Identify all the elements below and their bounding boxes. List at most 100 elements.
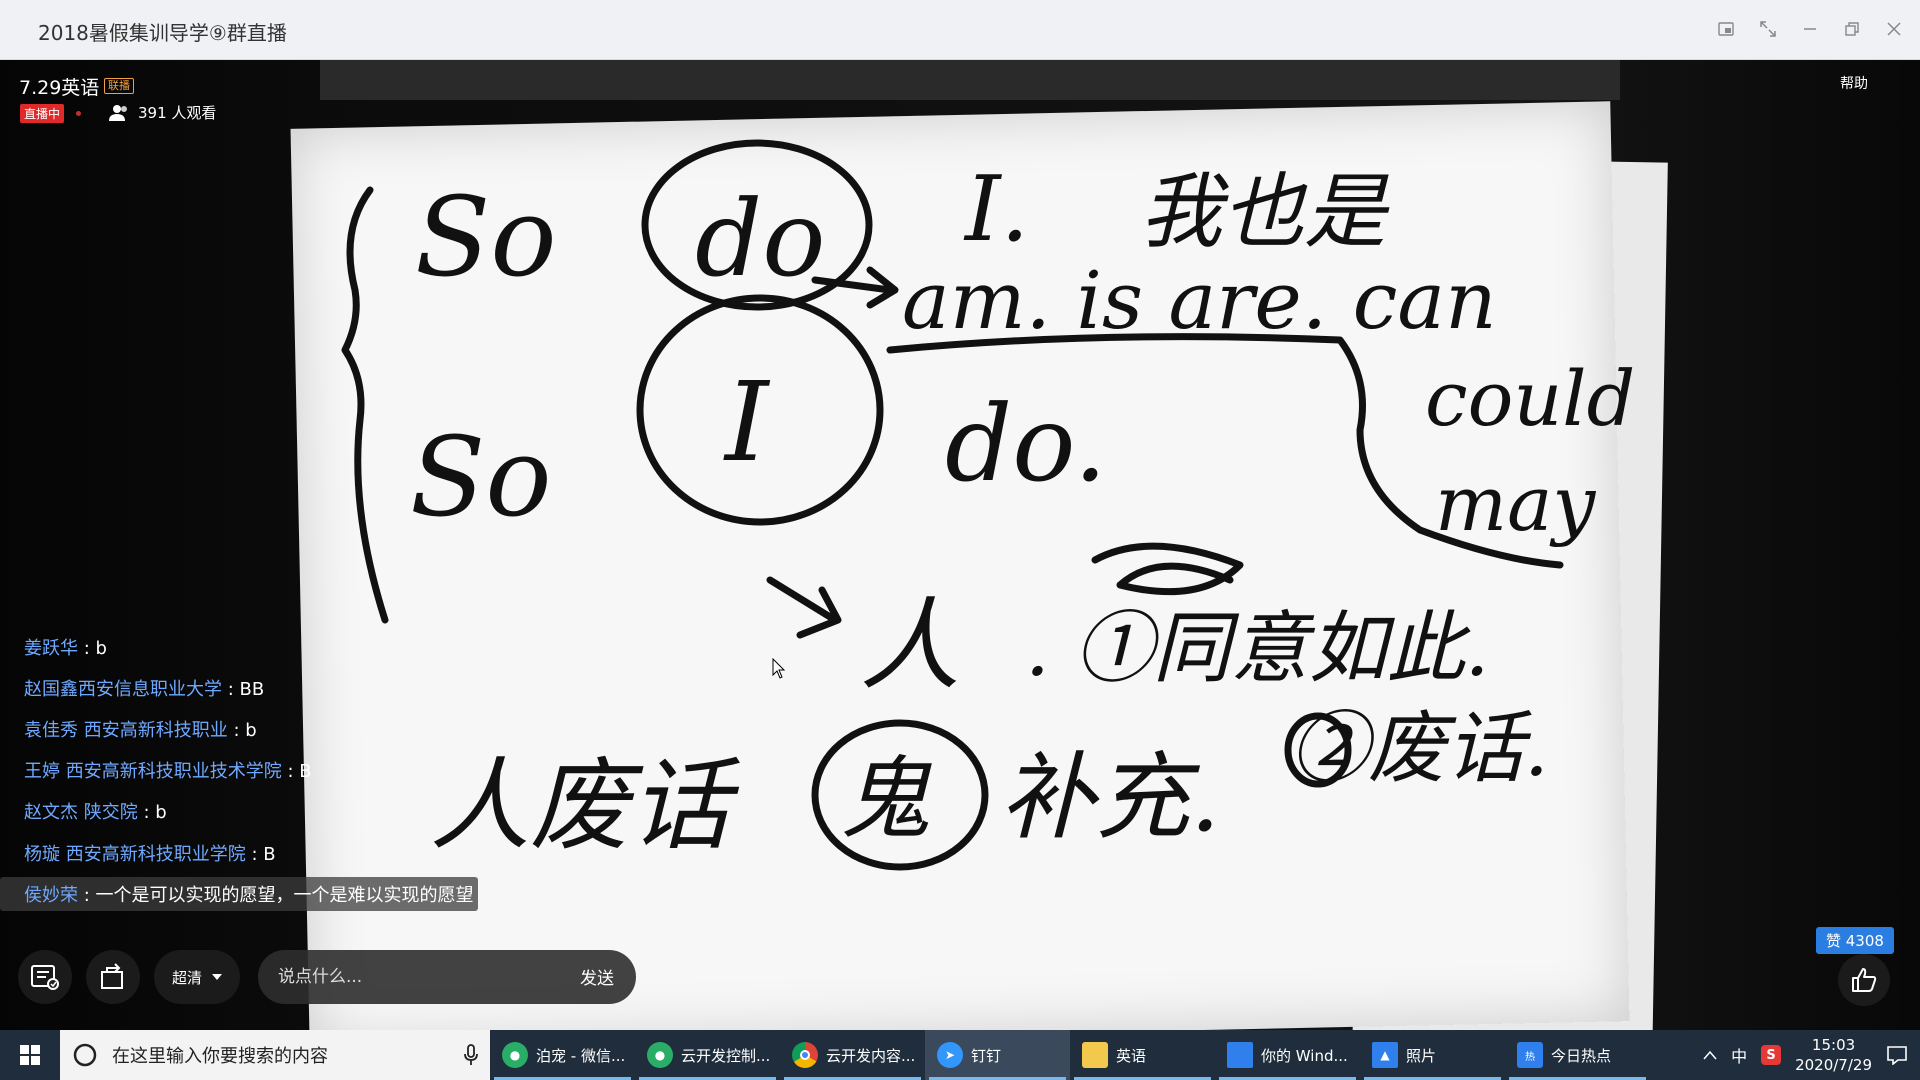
taskbar-clock[interactable]: 15:03 2020/7/29: [1795, 1035, 1872, 1075]
dingtalk-icon: ➤: [937, 1042, 963, 1068]
scribble-stroke: [1091, 542, 1244, 596]
likes-count-badge: 赞 4308: [1816, 927, 1894, 954]
quality-select[interactable]: 超清: [154, 950, 240, 1004]
quality-label: 超清: [171, 968, 202, 987]
comment-user[interactable]: 杨璇 西安高新科技职业学院: [24, 844, 246, 865]
taskbar-item-photos[interactable]: ▲ 照片: [1360, 1030, 1505, 1080]
comment-toggle-button[interactable]: [18, 950, 72, 1004]
close-icon[interactable]: [1882, 14, 1906, 44]
chat-comment: 杨璇 西安高新科技职业学院 : B: [24, 843, 276, 865]
mouse-cursor-icon: [772, 658, 786, 679]
task-label: 云开发控制...: [681, 1046, 771, 1065]
comment-message: 一个是可以实现的愿望，一个是难以实现的愿望: [95, 884, 474, 906]
clock-date: 2020/7/29: [1795, 1056, 1872, 1074]
board-so-2: So: [410, 413, 552, 541]
restore-icon[interactable]: [1840, 14, 1864, 44]
chat-comment: 王婷 西安高新科技职业技术学院 : B: [24, 761, 312, 783]
comment-message: B: [263, 843, 276, 865]
windows-logo-icon: [20, 1045, 40, 1065]
taskbar-item-wechat-1[interactable]: ● 泊宠 - 微信...: [490, 1030, 635, 1080]
task-label: 英语: [1116, 1046, 1147, 1065]
board-ghost: 鬼: [840, 747, 932, 852]
chrome-icon: [792, 1042, 818, 1068]
microphone-icon[interactable]: [464, 1044, 478, 1066]
clock-time: 15:03: [1811, 1036, 1856, 1054]
board-am-is-are-can: am. is are. can: [902, 254, 1497, 347]
task-label: 钉钉: [971, 1046, 1002, 1065]
board-could: could: [1425, 354, 1635, 443]
taskbar-item-windows[interactable]: 你的 Wind...: [1215, 1030, 1360, 1080]
comment-user[interactable]: 姜跃华: [24, 638, 78, 659]
live-status-badge: 直播中: [20, 104, 65, 123]
window-titlebar: 2018暑假集训导学⑨群直播: [0, 0, 1920, 60]
start-button[interactable]: [0, 1030, 60, 1080]
hot-news-icon: 热: [1517, 1042, 1543, 1068]
notification-center-icon[interactable]: [1886, 1045, 1908, 1065]
taskbar-item-wechat-2[interactable]: ● 云开发控制...: [635, 1030, 780, 1080]
board-do-2: do.: [945, 383, 1107, 505]
taskbar-item-chrome[interactable]: 云开发内容...: [780, 1030, 925, 1080]
board-do-1: do: [695, 178, 825, 300]
window-title: 2018暑假集训导学⑨群直播: [38, 21, 287, 45]
folder-icon: [1082, 1042, 1108, 1068]
comment-message: BB: [239, 678, 265, 700]
like-button[interactable]: [1838, 954, 1890, 1006]
board-so-1: So: [415, 173, 557, 301]
chevron-down-icon: [212, 974, 222, 980]
chat-comment: 赵文杰 陕交院 : b: [24, 802, 167, 824]
board-may: may: [1435, 459, 1596, 548]
viewer-count: 391 人观看: [108, 102, 216, 123]
comment-message: b: [245, 719, 257, 741]
board-supplement: 补充.: [1000, 743, 1220, 853]
sogou-input-icon[interactable]: S: [1761, 1045, 1782, 1065]
board-nonsense-2: ②废话.: [1290, 704, 1549, 794]
board-wo-ye-shi: 我也是: [1140, 165, 1390, 260]
board-person-1: 人: [860, 587, 960, 704]
wechat-icon: ●: [502, 1042, 528, 1068]
chat-comment: 赵国鑫西安信息职业大学 : BB: [24, 678, 265, 700]
chevron-up-icon[interactable]: [1703, 1050, 1717, 1060]
chat-comment: 袁佳秀 西安高新科技职业 : b: [24, 719, 257, 741]
comment-user[interactable]: 王婷 西安高新科技职业技术学院: [24, 761, 282, 782]
board-i-1: I.: [963, 157, 1029, 262]
live-dot-icon: [76, 111, 81, 116]
help-link[interactable]: 帮助: [1840, 73, 1868, 93]
thumbs-up-icon: [1852, 968, 1877, 992]
task-label: 云开发内容...: [826, 1046, 916, 1065]
fullscreen-icon[interactable]: [1756, 14, 1780, 44]
chat-input[interactable]: [278, 950, 548, 1004]
comment-user[interactable]: 赵国鑫西安信息职业大学: [24, 679, 222, 700]
window-icon: [1227, 1042, 1253, 1068]
taskbar-item-hot-news[interactable]: 热 今日热点: [1505, 1030, 1650, 1080]
chat-comment-highlighted: 侯妙荣 : 一个是可以实现的愿望，一个是难以实现的愿望: [0, 873, 560, 914]
photos-icon: ▲: [1372, 1042, 1398, 1068]
comment-user[interactable]: 侯妙荣: [24, 885, 78, 906]
wechat-icon: ●: [647, 1042, 673, 1068]
task-label: 你的 Wind...: [1261, 1046, 1348, 1065]
comment-user[interactable]: 袁佳秀 西安高新科技职业: [24, 720, 228, 741]
chat-comments-list: 姜跃华 : b 赵国鑫西安信息职业大学 : BB 袁佳秀 西安高新科技职业 : …: [0, 626, 560, 914]
board-agree: . ①同意如此.: [1025, 604, 1489, 694]
comment-message: B: [299, 761, 312, 783]
send-button[interactable]: 发送: [580, 964, 614, 989]
task-label: 泊宠 - 微信...: [536, 1046, 626, 1065]
search-placeholder: 在这里输入你要搜索的内容: [112, 1046, 328, 1067]
taskbar-item-dingtalk[interactable]: ➤ 钉钉: [925, 1030, 1070, 1080]
ime-indicator[interactable]: 中: [1731, 1043, 1747, 1067]
arrow-i-person: [766, 576, 842, 639]
task-label: 今日热点: [1551, 1046, 1612, 1065]
brace-stroke: [341, 186, 389, 624]
rotate-button[interactable]: [86, 950, 140, 1004]
task-label: 照片: [1406, 1046, 1437, 1065]
viewer-count-text: 391 人观看: [138, 104, 217, 122]
cortana-icon: [73, 1043, 97, 1067]
comment-message: b: [95, 637, 107, 659]
minimize-icon[interactable]: [1798, 14, 1822, 44]
comment-user[interactable]: 赵文杰 陕交院: [24, 802, 138, 823]
simulcast-badge: 联播: [104, 78, 134, 94]
taskbar-item-folder[interactable]: 英语: [1070, 1030, 1215, 1080]
pip-icon[interactable]: [1714, 14, 1738, 44]
window-controls: [1714, 14, 1906, 44]
stream-title: 7.29英语: [19, 77, 100, 99]
taskbar-search[interactable]: 在这里输入你要搜索的内容: [60, 1030, 490, 1080]
